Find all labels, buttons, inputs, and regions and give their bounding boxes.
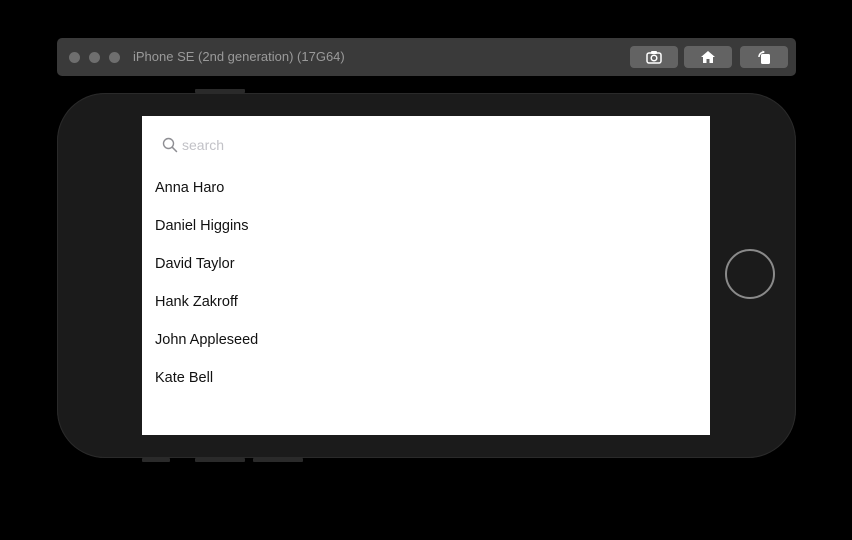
- simulator-titlebar: iPhone SE (2nd generation) (17G64): [57, 38, 796, 76]
- contact-row[interactable]: Daniel Higgins: [142, 207, 710, 245]
- contact-row[interactable]: David Taylor: [142, 245, 710, 283]
- window-title: iPhone SE (2nd generation) (17G64): [133, 49, 345, 64]
- contact-row[interactable]: Hank Zakroff: [142, 283, 710, 321]
- zoom-window-button[interactable]: [109, 52, 120, 63]
- minimize-window-button[interactable]: [89, 52, 100, 63]
- volume-down-button: [253, 458, 303, 462]
- camera-icon: [646, 51, 662, 64]
- contact-row[interactable]: Kate Bell: [142, 359, 710, 397]
- screenshot-button[interactable]: [630, 46, 678, 68]
- search-bar: [142, 128, 710, 162]
- simulator-stage: iPhone SE (2nd generation) (17G64) searc…: [0, 0, 852, 540]
- volume-up-button: [195, 458, 245, 462]
- search-icon: [162, 137, 178, 153]
- home-icon: [701, 51, 715, 63]
- mute-switch: [142, 458, 170, 462]
- search-input[interactable]: [182, 134, 582, 156]
- device-home-button[interactable]: [725, 249, 775, 299]
- rotate-icon: [758, 50, 770, 64]
- close-window-button[interactable]: [69, 52, 80, 63]
- home-toolbar-button[interactable]: [684, 46, 732, 68]
- contact-row[interactable]: Anna Haro: [142, 169, 710, 207]
- device-screen: Anna Haro Daniel Higgins David Taylor Ha…: [142, 116, 710, 435]
- contact-row[interactable]: John Appleseed: [142, 321, 710, 359]
- contact-list: Anna Haro Daniel Higgins David Taylor Ha…: [142, 169, 710, 397]
- rotate-button[interactable]: [740, 46, 788, 68]
